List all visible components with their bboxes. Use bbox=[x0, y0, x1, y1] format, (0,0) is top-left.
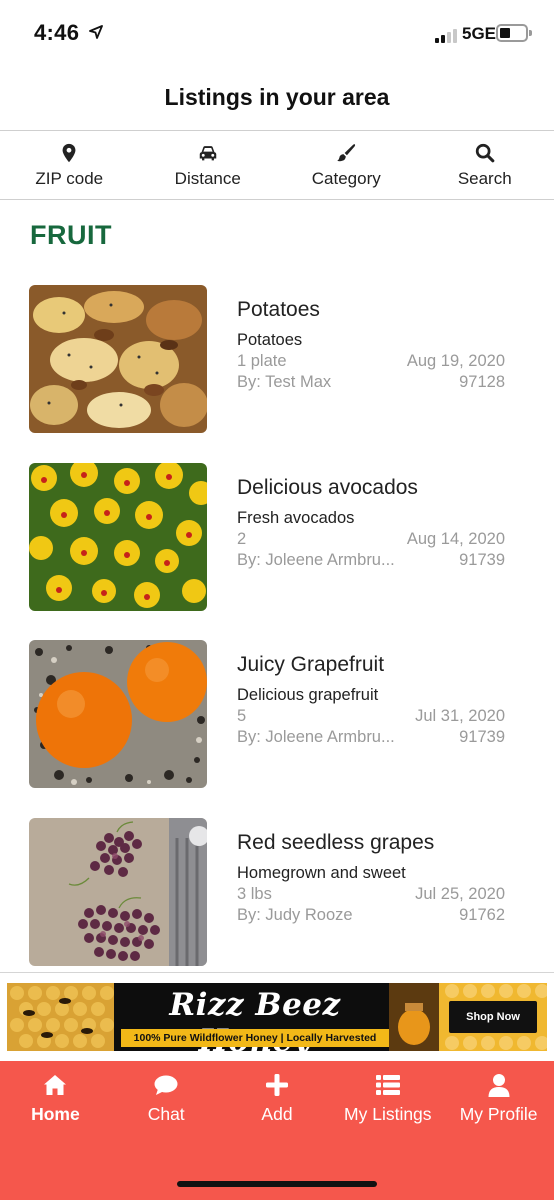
user-icon bbox=[488, 1074, 510, 1097]
chat-bubble-icon bbox=[154, 1075, 178, 1095]
tab-label: My Listings bbox=[344, 1104, 432, 1124]
listing-quantity: 2 bbox=[237, 529, 247, 548]
tab-home[interactable]: Home bbox=[0, 1061, 111, 1200]
listing-zip: 91739 bbox=[459, 550, 505, 569]
listing-author: By: Joleene Armbru... bbox=[237, 728, 395, 746]
network-label: 5GE bbox=[462, 24, 497, 43]
status-time: 4:46 bbox=[34, 20, 80, 45]
listing-description: Delicious grapefruit bbox=[237, 686, 379, 704]
tab-chat[interactable]: Chat bbox=[111, 1061, 222, 1200]
filter-zip-code[interactable]: ZIP code bbox=[0, 131, 139, 199]
filter-search[interactable]: Search bbox=[416, 131, 554, 199]
status-bar: 4:46 5GE bbox=[0, 0, 554, 68]
map-pin-icon bbox=[62, 143, 76, 163]
ad-divider bbox=[0, 972, 554, 973]
listing-card[interactable]: Potatoes Potatoes 1 plate Aug 19, 2020 B… bbox=[0, 285, 554, 463]
search-icon bbox=[475, 143, 495, 163]
ad-tagline: 100% Pure Wildflower Honey | Locally Har… bbox=[121, 1029, 389, 1047]
listing-date: Jul 25, 2020 bbox=[415, 884, 505, 903]
listing-date: Aug 19, 2020 bbox=[406, 352, 505, 370]
listing-description: Potatoes bbox=[237, 331, 303, 349]
ad-shop-now-button[interactable]: Shop Now bbox=[449, 1001, 537, 1033]
listing-quantity: 5 bbox=[237, 707, 247, 725]
filter-distance[interactable]: Distance bbox=[139, 131, 278, 199]
listing-date: Jul 31, 2020 bbox=[415, 707, 505, 725]
location-arrow-icon bbox=[89, 25, 103, 39]
listing-quantity: 1 plate bbox=[237, 352, 287, 370]
listing-photo bbox=[29, 462, 207, 611]
listing-description: Fresh avocados bbox=[237, 508, 355, 527]
listing-zip: 91762 bbox=[459, 905, 505, 924]
listing-date: Aug 14, 2020 bbox=[406, 529, 505, 548]
listing-title: Delicious avocados bbox=[237, 475, 418, 499]
tab-label: Home bbox=[31, 1104, 80, 1124]
tab-label: My Profile bbox=[459, 1104, 538, 1124]
listing-author: By: Joleene Armbru... bbox=[237, 550, 395, 569]
home-indicator bbox=[177, 1181, 377, 1187]
listing-quantity: 3 lbs bbox=[237, 884, 272, 903]
filter-bar: ZIP code Distance Category Search bbox=[0, 130, 554, 200]
filter-category[interactable]: Category bbox=[277, 131, 416, 199]
filter-label: Search bbox=[457, 169, 512, 188]
car-icon bbox=[199, 146, 216, 161]
filter-label: ZIP code bbox=[35, 169, 104, 188]
cellular-signal-icon bbox=[435, 27, 459, 43]
tab-add[interactable]: Add bbox=[222, 1061, 333, 1200]
tab-bar: Home Chat Add My Listings My Profile bbox=[0, 1061, 554, 1200]
tab-my-listings[interactable]: My Listings bbox=[332, 1061, 443, 1200]
page-title: Listings in your area bbox=[164, 84, 390, 110]
filter-label: Distance bbox=[174, 169, 241, 188]
listing-description: Homegrown and sweet bbox=[237, 863, 406, 882]
home-icon bbox=[44, 1075, 67, 1095]
listings-list: Potatoes Potatoes 1 plate Aug 19, 2020 B… bbox=[0, 285, 554, 995]
tab-label: Chat bbox=[147, 1104, 185, 1124]
listing-photo bbox=[29, 640, 207, 788]
tab-my-profile[interactable]: My Profile bbox=[443, 1061, 554, 1200]
listing-photo bbox=[29, 817, 207, 966]
battery-icon bbox=[496, 24, 532, 42]
listing-card[interactable]: Red seedless grapes Homegrown and sweet … bbox=[0, 817, 554, 996]
listing-title: Potatoes bbox=[237, 298, 320, 321]
listing-title: Red seedless grapes bbox=[237, 830, 435, 854]
listing-zip: 97128 bbox=[459, 373, 505, 391]
listing-author: By: Judy Rooze bbox=[237, 905, 353, 924]
paintbrush-icon bbox=[337, 144, 356, 162]
list-icon bbox=[375, 1075, 400, 1095]
listing-card[interactable]: Juicy Grapefruit Delicious grapefruit 5 … bbox=[0, 640, 554, 818]
listing-zip: 91739 bbox=[459, 728, 505, 746]
listing-photo bbox=[29, 285, 207, 433]
filter-label: Category bbox=[311, 169, 381, 188]
listing-author: By: Test Max bbox=[237, 373, 332, 391]
section-title: FRUIT bbox=[30, 220, 112, 250]
listing-title: Juicy Grapefruit bbox=[237, 653, 385, 676]
plus-icon bbox=[265, 1074, 288, 1096]
listing-card[interactable]: Delicious avocados Fresh avocados 2 Aug … bbox=[0, 462, 554, 641]
ad-banner[interactable]: Rizz Beez Honey 100% Pure Wildflower Hon… bbox=[7, 983, 547, 1051]
tab-label: Add bbox=[261, 1104, 293, 1124]
